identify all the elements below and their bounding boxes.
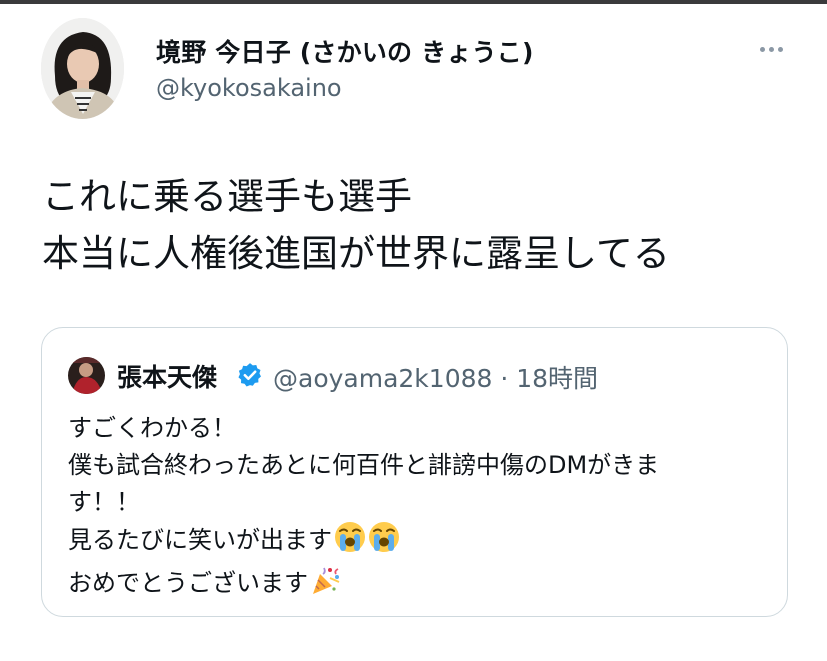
verified-badge-icon	[236, 361, 264, 389]
quoted-text-line-with-emoji: 見るたびに笑いが出ます	[68, 521, 659, 564]
quoted-text-line: おめでとうございます	[68, 569, 308, 597]
author-avatar[interactable]	[41, 18, 124, 119]
loudly-crying-face-emoji	[368, 521, 400, 564]
more-options-icon[interactable]	[754, 34, 788, 64]
tweet-text-line: これに乗る選手も選手	[42, 175, 412, 218]
more-dot	[777, 46, 783, 52]
loudly-crying-face-emoji	[334, 521, 366, 564]
more-dot	[759, 46, 765, 52]
quoted-text-line: 僕も試合終わったあとに何百件と誹謗中傷のDMがきま	[68, 451, 660, 479]
top-bar	[0, 0, 827, 4]
quoted-author-avatar[interactable]	[68, 357, 105, 394]
quoted-author-name[interactable]: 張本天傑	[117, 358, 217, 394]
quoted-handle-and-time[interactable]: @aoyama2k1088 · 18時間	[273, 359, 598, 395]
author-handle[interactable]: @kyokosakaino	[156, 74, 342, 102]
quoted-tweet-text: すごくわかる！ 僕も試合終わったあとに何百件と誹謗中傷のDMがきま す！！ 見る…	[68, 410, 659, 607]
author-display-name[interactable]: 境野 今日子 (さかいの きょうこ)	[156, 33, 534, 69]
more-dot	[768, 46, 774, 52]
quoted-text-line: すごくわかる！	[68, 414, 236, 442]
tweet-text-line: 本当に人権後進国が世界に露呈してる	[42, 232, 670, 275]
quoted-text-line: す！！	[68, 488, 140, 516]
quoted-text-line: 見るたびに笑いが出ます	[68, 526, 332, 554]
quoted-text-line-with-emoji: おめでとうございます	[68, 564, 659, 607]
party-popper-emoji	[310, 564, 342, 607]
tweet-text: これに乗る選手も選手 本当に人権後進国が世界に露呈してる	[42, 168, 670, 282]
quoted-tweet-card[interactable]: 張本天傑 @aoyama2k1088 · 18時間 すごくわかる！ 僕も試合終わ…	[41, 327, 788, 617]
